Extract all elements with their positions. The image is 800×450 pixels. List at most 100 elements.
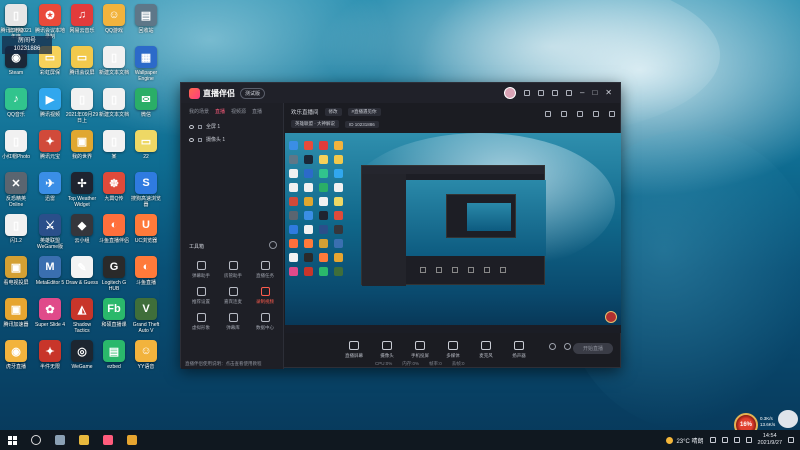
lock-icon[interactable] [198,124,202,129]
desktop-icon[interactable]: ▶ 腾讯视频 [34,88,66,118]
record-icon[interactable] [549,343,556,350]
chevron-up-icon[interactable] [709,437,716,443]
go-live-button[interactable]: 开始直播 [573,343,613,354]
desktop-icon[interactable]: ▯ 新建文本文档 [98,88,130,118]
desktop-icon[interactable]: ✿ Super Slide 4 [34,298,66,328]
effects-icon[interactable] [564,343,571,350]
network-icon[interactable] [721,437,728,443]
people-icon[interactable] [577,111,583,117]
tool-item[interactable]: 推荐设置 [185,287,217,305]
desktop-icon[interactable]: ✈ 迅雷 [34,172,66,202]
desktop-icon[interactable]: ◐ 斗鱼直播 [130,256,162,286]
tool-item[interactable]: 弹幕助手 [185,261,217,279]
eye-icon[interactable] [189,137,194,142]
desktop-icon[interactable]: ▣ 腾讯加速器 [0,298,32,328]
desktop-icon[interactable]: ▯ 某 [98,130,130,160]
desktop-icon[interactable]: ▭ 22 [130,130,162,160]
ime-icon[interactable] [745,437,752,443]
tab-my-scene[interactable]: 我的场景 [189,108,209,115]
desktop-icon[interactable]: ▣ 我的世界 [66,130,98,160]
mascot-icon[interactable] [778,410,798,428]
control-camera[interactable]: 摄像头 [376,341,398,359]
tool-item[interactable]: 数据中心 [249,313,281,331]
desktop-icon[interactable]: U UC浏览器 [130,214,162,244]
desktop-icon[interactable]: Fb 和硕直播课 [98,298,130,328]
desktop-icon[interactable]: ◉ 虎牙直播 [0,340,32,370]
desktop-icon[interactable]: V Grand Theft Auto V [130,298,162,334]
version-badge[interactable]: 测试版 [240,87,266,99]
desktop-icon[interactable]: ▣ 看电视投屏 [0,256,32,286]
desktop-icon[interactable]: ✕ 反恐精英Online [0,172,32,208]
share-icon[interactable] [609,111,615,117]
desktop-icon[interactable]: ☺ YY语音 [130,340,162,370]
file-explorer-icon[interactable] [79,435,89,445]
skin-icon[interactable] [538,90,544,96]
desktop-icon[interactable]: ◐ 斗鱼直播伴侣 [98,214,130,244]
desktop-icon[interactable]: ▯ 2021年09月29日上 [66,88,98,124]
room-category[interactable]: 英雄联盟 · 大神解说 [291,120,339,128]
lock-icon[interactable] [198,137,202,142]
desktop-icon[interactable]: ◎ WeGame [66,340,98,370]
maximize-icon[interactable]: □ [592,89,597,97]
window-titlebar[interactable]: 直播伴侣 测试版 – □ ✕ [181,83,620,103]
desktop-icon[interactable]: ✢ Top Weather Widget [66,172,98,208]
tab-live-2[interactable]: 直播 [252,108,262,115]
tool-item[interactable]: 录制视频 [249,287,281,305]
eye-icon[interactable] [189,124,194,129]
close-icon[interactable]: ✕ [605,89,612,97]
desktop-icon[interactable]: ♪ QQ音乐 [0,88,32,118]
toolbox-settings-icon[interactable] [269,241,277,249]
desktop-icon[interactable]: ✦ 半件无限 [34,340,66,370]
desktop-icon[interactable]: ▤ ezbed [98,340,130,370]
desktop-icon[interactable]: ♫ 网易云音乐 [66,4,98,34]
desktop-icon[interactable]: ◆ 云小组 [66,214,98,244]
source-item[interactable]: 摄像头 1 [181,133,283,146]
desktop-icon[interactable]: ✦ 腾讯元宝 [34,130,66,160]
start-button[interactable] [8,435,17,445]
room-edit-button[interactable]: 修改 [324,108,342,116]
desktop-icon[interactable]: G Logitech G HUB [98,256,130,292]
tool-item[interactable]: 虚拟形象 [185,313,217,331]
search-icon[interactable] [31,435,41,445]
notification-icon[interactable] [788,437,794,443]
tab-live[interactable]: 直播 [215,108,225,115]
desktop-icon[interactable]: ▦ Wallpaper Engine [130,46,162,82]
message-icon[interactable] [524,90,530,96]
desktop-icon[interactable]: ▯ 小红帽Photo [0,130,32,160]
desktop-icon[interactable]: ▯ 闪1.2 [0,214,32,244]
clock[interactable]: 14:54 2021/9/27 [758,433,782,447]
tool-item[interactable]: 房管助手 [217,261,249,279]
live-app-taskbar-icon[interactable] [103,435,113,445]
control-phone[interactable]: 手机投屏 [409,341,431,359]
desktop-icon[interactable]: M MetaEditor 5 [34,256,66,286]
control-speaker[interactable]: 扬声器 [508,341,530,359]
source-item[interactable]: 全屏 1 [181,120,283,133]
tool-item[interactable]: 嘉宾连麦 [217,287,249,305]
live-streaming-window[interactable]: 直播伴侣 测试版 – □ ✕ 我的场景 直播 视频源 直播 全屏 1 摄像头 1… [180,82,621,369]
stream-preview[interactable] [285,133,621,333]
app-taskbar-icon[interactable] [127,435,137,445]
desktop-icon[interactable]: ✪腾讯会议本地录制 [34,4,66,40]
tool-item[interactable]: 弹幕库 [217,313,249,331]
desktop-icon[interactable]: ☺ QQ游戏 [98,4,130,34]
desktop-icon[interactable]: ✉ 微信 [130,88,162,118]
room-tag[interactable]: #直播遇见你 [347,108,381,116]
desktop-icon[interactable]: ▭ 腾讯会议屏 [66,46,98,76]
weather-widget[interactable]: 23°C 晴朗 [666,436,704,445]
desktop-icon[interactable]: ▤ 回收站 [130,4,162,34]
desktop-icon[interactable]: ▯腾讯工作2021年度 [0,4,32,40]
desktop-icon[interactable]: ▯ 新建文本文档 [98,46,130,76]
shop-icon[interactable] [545,111,551,117]
minimize-icon[interactable]: – [580,89,584,97]
desktop-icon[interactable]: ⚔ 英雄联盟WeGame版 [34,214,66,250]
tab-video-source[interactable]: 视频源 [231,108,246,115]
desktop-icon[interactable]: S 搜狗高速浏览器 [130,172,162,208]
desktop-icon[interactable]: ☸ 九霄Q传 [98,172,130,202]
desktop-icon[interactable]: ✎ Draw & Guess [66,256,98,286]
control-mic[interactable]: 麦克风 [475,341,497,359]
task-view-icon[interactable] [55,435,65,445]
control-media[interactable]: 多媒体 [442,341,464,359]
settings-icon[interactable] [566,90,572,96]
lock-icon[interactable] [561,111,567,117]
volume-icon[interactable] [733,437,740,443]
